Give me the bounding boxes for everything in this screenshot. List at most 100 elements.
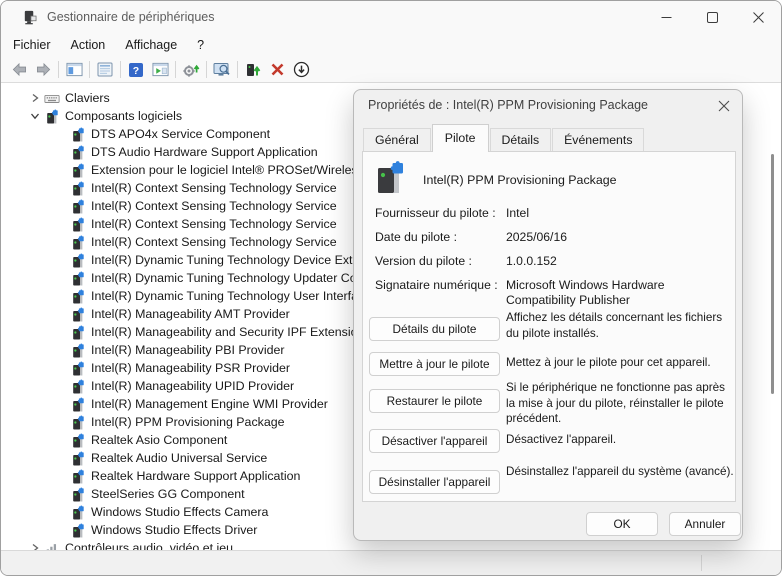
show-hide-console-tree-button[interactable]	[62, 58, 86, 82]
chevron-spacer	[53, 235, 69, 249]
tree-item-label: Intel(R) Manageability PSR Provider	[91, 361, 290, 375]
menu-affichage[interactable]: Affichage	[115, 35, 187, 55]
chevron-spacer	[53, 505, 69, 519]
ok-button[interactable]: OK	[586, 512, 658, 536]
chevron-spacer	[53, 433, 69, 447]
menu-action[interactable]: Action	[61, 35, 116, 55]
tree-item-label: Intel(R) Context Sensing Technology Serv…	[91, 199, 337, 213]
dialog-tabs: Général Pilote Détails Événements	[363, 124, 734, 152]
help-button[interactable]: ?	[124, 58, 148, 82]
tree-item-label: Windows Studio Effects Camera	[91, 505, 268, 519]
chevron-spacer	[53, 217, 69, 231]
update-driver-button[interactable]	[241, 58, 265, 82]
driver-tab-page: Intel(R) PPM Provisioning Package Fourni…	[362, 151, 736, 502]
status-bar	[1, 550, 781, 575]
chevron-spacer	[53, 361, 69, 375]
update-driver-description: Mettez à jour le pilote pour cet apparei…	[506, 355, 734, 371]
vertical-scrollbar-thumb[interactable]	[771, 154, 774, 394]
chevron-spacer	[53, 397, 69, 411]
chevron-spacer	[53, 415, 69, 429]
field-label: Date du pilote :	[375, 230, 506, 245]
chevron-right-icon[interactable]	[27, 91, 43, 105]
component-icon	[69, 451, 87, 466]
roll-back-driver-description: Si le périphérique ne fonctionne pas apr…	[506, 380, 734, 427]
tree-item-label: Intel(R) Manageability and Security IPF …	[91, 325, 364, 339]
component-icon	[69, 217, 87, 232]
component-icon	[69, 289, 87, 304]
forward-button[interactable]	[31, 58, 55, 82]
chevron-down-icon[interactable]	[27, 109, 43, 123]
tree-item-label: Intel(R) Context Sensing Technology Serv…	[91, 235, 337, 249]
menu-fichier[interactable]: Fichier	[3, 35, 61, 55]
chevron-spacer	[53, 253, 69, 267]
field-value: 1.0.0.152	[506, 254, 728, 269]
chevron-spacer	[53, 145, 69, 159]
uninstall-device-button[interactable]: Désinstaller l'appareil	[369, 470, 500, 494]
action-pane-button[interactable]	[148, 58, 172, 82]
chevron-spacer	[53, 451, 69, 465]
toolbar-separator	[237, 61, 238, 78]
component-icon	[69, 253, 87, 268]
tree-item-label: Intel(R) Context Sensing Technology Serv…	[91, 181, 337, 195]
component-icon	[69, 181, 87, 196]
window-title: Gestionnaire de périphériques	[47, 10, 214, 24]
toolbar: ?	[1, 57, 781, 83]
component-icon	[69, 307, 87, 322]
component-icon	[69, 235, 87, 250]
chevron-right-icon[interactable]	[27, 541, 43, 550]
properties-button[interactable]	[93, 58, 117, 82]
scan-hardware-changes-button[interactable]	[179, 58, 203, 82]
roll-back-driver-button[interactable]: Restaurer le pilote	[369, 389, 500, 413]
component-icon	[69, 199, 87, 214]
tree-item-label: Intel(R) Dynamic Tuning Technology Updat…	[91, 271, 364, 285]
tree-item-label: Intel(R) PPM Provisioning Package	[91, 415, 285, 429]
tree-item-label: Intel(R) Context Sensing Technology Serv…	[91, 217, 337, 231]
tab-details[interactable]: Détails	[490, 128, 552, 152]
monitor-search-button[interactable]	[210, 58, 234, 82]
tab-general[interactable]: Général	[363, 128, 431, 152]
minimize-button[interactable]	[643, 1, 689, 33]
tree-item-label: DTS APO4x Service Component	[91, 127, 270, 141]
update-driver-button[interactable]: Mettre à jour le pilote	[369, 352, 500, 376]
component-icon	[69, 127, 87, 142]
tree-item-label: Intel(R) Management Engine WMI Provider	[91, 397, 328, 411]
chevron-spacer	[53, 325, 69, 339]
driver-details-button[interactable]: Détails du pilote	[369, 317, 500, 341]
component-icon	[69, 271, 87, 286]
toolbar-separator	[120, 61, 121, 78]
tree-item-label: Intel(R) Dynamic Tuning Technology Devic…	[91, 253, 366, 267]
menu-help[interactable]: ?	[187, 35, 214, 55]
device-manager-app-icon	[22, 9, 37, 25]
tab-evenements[interactable]: Événements	[552, 128, 644, 152]
software-device-icon	[373, 160, 407, 201]
component-icon	[69, 379, 87, 394]
field-label: Signataire numérique :	[375, 278, 506, 308]
component-icon	[69, 163, 87, 178]
dialog-title-bar: Propriétés de : Intel(R) PPM Provisionin…	[354, 90, 742, 120]
disable-device-button[interactable]	[289, 58, 313, 82]
component-icon	[69, 343, 87, 358]
component-icon	[69, 325, 87, 340]
device-manager-window: Gestionnaire de périphériques Fichier Ac…	[0, 0, 782, 576]
chevron-spacer	[53, 289, 69, 303]
uninstall-device-description: Désinstallez l'appareil du système (avan…	[506, 464, 734, 480]
tree-item-label: Intel(R) Manageability UPID Provider	[91, 379, 294, 393]
dialog-close-icon[interactable]	[716, 98, 731, 113]
disable-device-button[interactable]: Désactiver l'appareil	[369, 429, 500, 453]
field-value: Intel	[506, 206, 728, 221]
close-button[interactable]	[735, 1, 781, 33]
tree-item-label: SteelSeries GG Component	[91, 487, 245, 501]
uninstall-device-button[interactable]	[265, 58, 289, 82]
tree-item-label: Intel(R) Manageability AMT Provider	[91, 307, 290, 321]
chevron-spacer	[53, 469, 69, 483]
maximize-button[interactable]	[689, 1, 735, 33]
tab-pilote[interactable]: Pilote	[432, 124, 489, 152]
chevron-spacer	[53, 487, 69, 501]
menu-bar: Fichier Action Affichage ?	[1, 33, 781, 57]
back-button[interactable]	[7, 58, 31, 82]
chevron-spacer	[53, 127, 69, 141]
field-value: 2025/06/16	[506, 230, 728, 245]
cancel-button[interactable]: Annuler	[669, 512, 741, 536]
field-value: Microsoft Windows Hardware Compatibility…	[506, 278, 728, 308]
toolbar-separator	[58, 61, 59, 78]
